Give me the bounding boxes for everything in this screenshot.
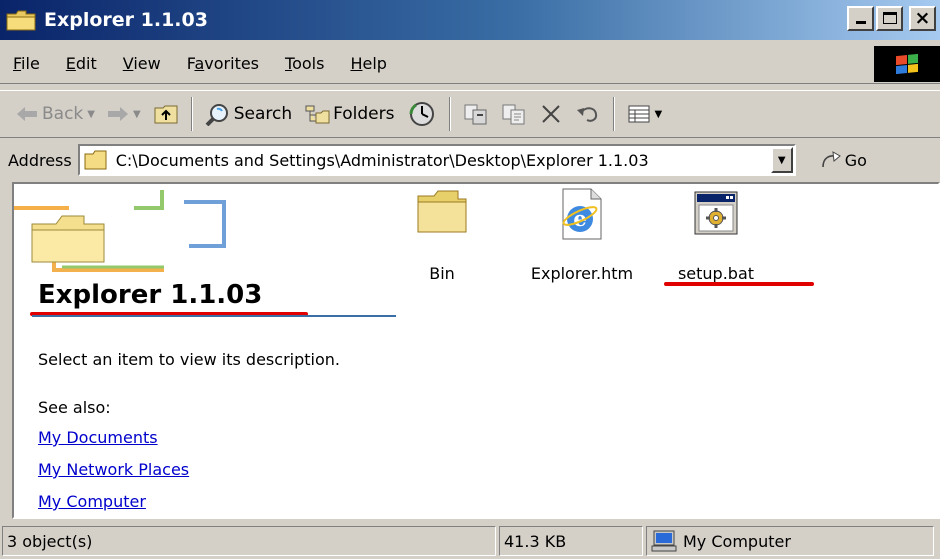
move-to-icon <box>464 104 486 125</box>
minimize-icon <box>856 21 866 24</box>
toolbar-separator <box>448 97 451 131</box>
status-bar: 3 object(s) 41.3 KB My Computer <box>0 523 940 559</box>
folder-banner-graphic <box>14 190 226 272</box>
address-bar: Address C:\Documents and Settings\Admini… <box>0 142 940 178</box>
menu-edit[interactable]: Edit <box>53 49 110 79</box>
up-folder-button[interactable] <box>147 95 185 133</box>
search-icon <box>205 104 228 126</box>
back-button[interactable]: Back ▼ <box>10 95 101 133</box>
views-button[interactable]: ▼ <box>621 95 669 133</box>
move-to-button[interactable] <box>457 95 495 133</box>
up-folder-icon <box>154 105 178 124</box>
maximize-icon <box>883 12 897 24</box>
status-size: 41.3 KB <box>499 526 643 556</box>
file-name: Explorer.htm <box>530 264 634 283</box>
menu-bar: File Edit View Favorites Tools Help <box>0 44 940 84</box>
folders-button[interactable]: Folders <box>298 95 400 133</box>
status-size-text: 41.3 KB <box>504 531 567 551</box>
folder-title: Explorer 1.1.03 <box>38 280 263 310</box>
link-my-network-places[interactable]: My Network Places <box>38 460 189 479</box>
delete-icon <box>541 105 560 123</box>
see-also-label: See also: <box>38 398 111 417</box>
chevron-down-icon: ▼ <box>87 108 95 120</box>
close-icon: × <box>914 7 931 29</box>
folder-icon <box>84 150 107 170</box>
address-dropdown-button[interactable]: ▼ <box>770 147 793 173</box>
menu-help[interactable]: Help <box>337 49 399 79</box>
menu-tools[interactable]: Tools <box>272 49 337 79</box>
file-item-explorer-htm[interactable]: e Explorer.htm <box>522 188 642 283</box>
address-input[interactable]: C:\Documents and Settings\Administrator\… <box>77 144 796 176</box>
description-text: Select an item to view its description. <box>38 350 340 369</box>
link-my-documents[interactable]: My Documents <box>38 428 158 447</box>
toolbar-separator <box>190 97 193 131</box>
history-button[interactable] <box>401 95 443 133</box>
history-icon <box>409 102 434 126</box>
search-button[interactable]: Search <box>199 95 298 133</box>
copy-to-icon <box>502 104 524 125</box>
standard-toolbar: Back ▼ ▼ Search Folders ▼ <box>0 90 940 138</box>
close-button[interactable]: × <box>909 6 936 31</box>
batch-file-icon <box>694 191 738 235</box>
status-zone: My Computer <box>646 526 934 556</box>
chevron-down-icon: ▼ <box>777 154 786 166</box>
chevron-down-icon: ▼ <box>132 108 141 120</box>
menu-file[interactable]: File <box>0 49 53 79</box>
undo-icon <box>576 107 597 122</box>
title-bar[interactable]: Explorer 1.1.03 × <box>0 0 940 40</box>
window-title: Explorer 1.1.03 <box>44 9 208 31</box>
go-arrow-icon <box>821 151 841 168</box>
status-object-count: 3 object(s) <box>2 526 496 556</box>
address-label: Address <box>8 150 72 170</box>
link-my-computer[interactable]: My Computer <box>38 492 146 511</box>
folders-icon <box>305 105 330 124</box>
go-button[interactable]: Go <box>820 150 867 170</box>
back-label: Back <box>42 104 84 124</box>
my-computer-icon <box>651 530 677 552</box>
toolbar-separator <box>612 97 615 131</box>
forward-button[interactable]: ▼ <box>101 95 147 133</box>
views-icon <box>628 105 649 123</box>
file-item-bin[interactable]: Bin <box>382 188 502 283</box>
folder-icon <box>417 190 467 233</box>
annotation-underline <box>664 282 814 286</box>
menu-favorites[interactable]: Favorites <box>174 49 272 79</box>
title-divider <box>32 315 396 317</box>
delete-button[interactable] <box>533 95 569 133</box>
folders-label: Folders <box>333 104 395 124</box>
minimize-button[interactable] <box>847 6 874 31</box>
go-label: Go <box>844 150 867 170</box>
forward-arrow-icon <box>107 107 128 121</box>
copy-to-button[interactable] <box>495 95 533 133</box>
menu-view[interactable]: View <box>110 49 174 79</box>
status-objects-text: 3 object(s) <box>7 531 93 551</box>
file-item-setup-bat[interactable]: setup.bat <box>656 188 776 283</box>
status-zone-text: My Computer <box>683 531 791 551</box>
folder-view[interactable]: Explorer 1.1.03 Select an item to view i… <box>12 182 940 519</box>
file-name: Bin <box>429 264 455 283</box>
undo-button[interactable] <box>569 95 607 133</box>
windows-logo-icon <box>874 46 940 82</box>
address-path: C:\Documents and Settings\Administrator\… <box>115 150 649 170</box>
maximize-button[interactable] <box>876 6 903 31</box>
back-arrow-icon <box>17 107 37 121</box>
search-label: Search <box>233 104 293 124</box>
file-name: setup.bat <box>677 264 755 283</box>
chevron-down-icon: ▼ <box>654 108 663 120</box>
folder-icon <box>6 9 36 31</box>
ie-html-file-icon: e <box>562 188 602 240</box>
